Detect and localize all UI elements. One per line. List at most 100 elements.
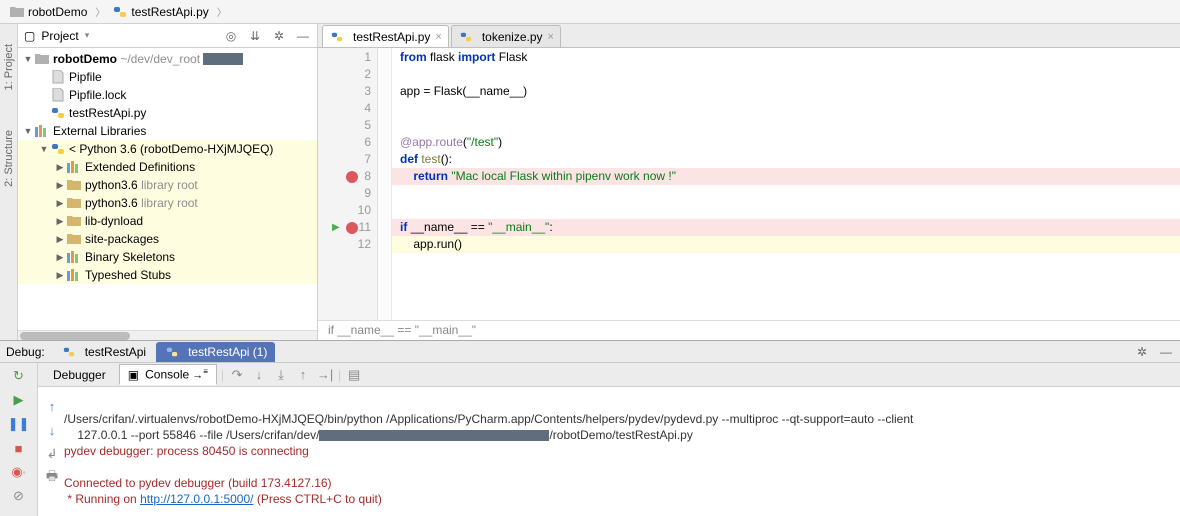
folder-icon	[66, 214, 82, 228]
tree-file-pipfile[interactable]: Pipfile	[18, 68, 317, 86]
force-step-into-icon[interactable]: ⤓	[272, 366, 290, 384]
tree-file-pipfile-lock[interactable]: Pipfile.lock	[18, 86, 317, 104]
dropdown-icon[interactable]: ▾	[85, 30, 90, 41]
folder-icon	[66, 196, 82, 210]
code-area[interactable]: from flask import Flask app = Flask(__na…	[392, 48, 1180, 320]
library-icon	[66, 160, 82, 174]
console-gutter: ↑ ↓ ↲ 🖶	[42, 395, 62, 512]
project-tree[interactable]: ▼ robotDemo ~/dev/dev_root Pipfile Pipfi…	[18, 48, 317, 330]
breakpoint-icon[interactable]	[346, 171, 358, 183]
tree-file-testrestapi[interactable]: testRestApi.py	[18, 104, 317, 122]
view-breakpoints-icon[interactable]: ◉◦	[10, 463, 28, 481]
resume-icon[interactable]: ▶	[10, 391, 28, 409]
project-panel: ▢ Project ▾ ◎ ⇊ ✲ — ▼ robotDemo ~/dev/de…	[18, 24, 318, 340]
gear-icon[interactable]: ✲	[1134, 344, 1150, 360]
tree-external-libraries[interactable]: ▼External Libraries	[18, 122, 317, 140]
breakpoint-icon[interactable]	[346, 222, 358, 234]
side-tab-structure[interactable]: 2: Structure	[3, 130, 15, 187]
main-area: 1: Project 2: Structure ▢ Project ▾ ◎ ⇊ …	[0, 24, 1180, 340]
hide-icon[interactable]: —	[295, 28, 311, 44]
console-link[interactable]: http://127.0.0.1:5000/	[140, 492, 253, 506]
project-panel-mode-icon[interactable]: ▢	[24, 29, 35, 43]
editor-breadcrumb[interactable]: if __name__ == "__main__"	[318, 320, 1180, 340]
console-output[interactable]: /Users/crifan/.virtualenvs/robotDemo-HXj…	[64, 395, 1176, 512]
console-tab[interactable]: ▣ Console →≡	[119, 364, 217, 385]
python-file-icon	[113, 5, 127, 19]
console-icon: ▣	[128, 368, 139, 382]
redacted	[203, 53, 243, 65]
tree-lib-dynload[interactable]: ▶lib-dynload	[18, 212, 317, 230]
file-icon	[50, 88, 66, 102]
scroll-down-icon[interactable]: ↓	[43, 421, 61, 439]
folder-icon	[66, 178, 82, 192]
scroll-up-icon[interactable]: ↑	[43, 397, 61, 415]
editor-tab-tokenize[interactable]: tokenize.py ×	[451, 25, 561, 47]
step-out-icon[interactable]: ↑	[294, 366, 312, 384]
root-path: ~/dev/dev_root	[120, 52, 200, 66]
tree-lib-python36-1[interactable]: ▶python3.6 library root	[18, 176, 317, 194]
tree-lib-typeshed[interactable]: ▶Typeshed Stubs	[18, 266, 317, 284]
folder-icon	[10, 5, 24, 19]
print-icon[interactable]: 🖶	[43, 469, 61, 487]
step-over-icon[interactable]: ↷	[228, 366, 246, 384]
scrollbar-thumb[interactable]	[20, 332, 130, 340]
project-panel-header: ▢ Project ▾ ◎ ⇊ ✲ —	[18, 24, 317, 48]
stop-icon[interactable]: ■	[10, 439, 28, 457]
breadcrumb-bar: robotDemo 〉 testRestApi.py 〉	[0, 0, 1180, 24]
editor-tab-testrestapi[interactable]: testRestApi.py ×	[322, 25, 449, 47]
console[interactable]: ↑ ↓ ↲ 🖶 /Users/crifan/.virtualenvs/robot…	[38, 387, 1180, 516]
python-icon	[50, 142, 66, 156]
debug-header: Debug: testRestApi testRestApi (1) ✲ —	[0, 341, 1180, 363]
python-file-icon	[61, 345, 77, 359]
debug-body: ↻ ▶ ❚❚ ■ ◉◦ ⊘ Debugger ▣ Console →≡ | ↷ …	[0, 363, 1180, 516]
editor-tabs: testRestApi.py × tokenize.py ×	[318, 24, 1180, 48]
breadcrumb-root[interactable]: robotDemo	[6, 3, 91, 21]
collapse-icon[interactable]: ⇊	[247, 28, 263, 44]
hide-icon[interactable]: —	[1158, 344, 1174, 360]
editor-panel: testRestApi.py × tokenize.py × 1 2 3 4 5…	[318, 24, 1180, 340]
run-to-cursor-icon[interactable]: →|	[316, 366, 334, 384]
debug-panel: Debug: testRestApi testRestApi (1) ✲ — ↻…	[0, 340, 1180, 516]
chevron-right-icon: 〉	[217, 4, 227, 19]
tree-lib-extended[interactable]: ▶Extended Definitions	[18, 158, 317, 176]
editor-gutter[interactable]: 1 2 3 4 5 6 7 8 9 10 ▶11 12	[318, 48, 378, 320]
tree-lib-python36-2[interactable]: ▶python3.6 library root	[18, 194, 317, 212]
redacted	[319, 430, 549, 441]
folder-icon	[34, 52, 50, 66]
breadcrumb-file[interactable]: testRestApi.py	[109, 3, 212, 21]
project-panel-title: Project	[41, 29, 78, 43]
python-file-icon	[329, 30, 345, 44]
root-name: robotDemo	[53, 52, 117, 66]
breadcrumb-root-text: robotDemo	[28, 5, 87, 19]
python-file-icon	[458, 30, 474, 44]
step-into-icon[interactable]: ↓	[250, 366, 268, 384]
tree-lib-sitepackages[interactable]: ▶site-packages	[18, 230, 317, 248]
debug-label: Debug:	[6, 345, 45, 359]
tree-scrollbar[interactable]	[18, 330, 317, 340]
rerun-icon[interactable]: ↻	[10, 367, 28, 385]
tree-lib-binary-skeletons[interactable]: ▶Binary Skeletons	[18, 248, 317, 266]
target-icon[interactable]: ◎	[223, 28, 239, 44]
breadcrumb-file-text: testRestApi.py	[131, 5, 208, 19]
soft-wrap-icon[interactable]: ↲	[43, 445, 61, 463]
folder-icon	[66, 232, 82, 246]
python-file-icon	[164, 345, 180, 359]
chevron-right-icon: 〉	[95, 4, 105, 19]
side-tab-project[interactable]: 1: Project	[3, 44, 15, 90]
gear-icon[interactable]: ✲	[271, 28, 287, 44]
tree-python-env[interactable]: ▼< Python 3.6 (robotDemo-HXjMJQEQ)	[18, 140, 317, 158]
close-icon[interactable]: ×	[548, 31, 554, 43]
mute-breakpoints-icon[interactable]: ⊘	[10, 487, 28, 505]
debug-config-tab-1[interactable]: testRestApi	[53, 342, 154, 362]
evaluate-icon[interactable]: ▤	[345, 366, 363, 384]
debugger-tab[interactable]: Debugger	[44, 365, 115, 385]
run-gutter-icon[interactable]: ▶	[332, 219, 340, 236]
side-tab-bar: 1: Project 2: Structure	[0, 24, 18, 340]
fold-column[interactable]	[378, 48, 392, 320]
tree-root[interactable]: ▼ robotDemo ~/dev/dev_root	[18, 50, 317, 68]
editor-body[interactable]: 1 2 3 4 5 6 7 8 9 10 ▶11 12 from flask i…	[318, 48, 1180, 320]
close-icon[interactable]: ×	[435, 31, 441, 43]
debug-config-tab-2[interactable]: testRestApi (1)	[156, 342, 275, 362]
debug-sidebar: ↻ ▶ ❚❚ ■ ◉◦ ⊘	[0, 363, 38, 516]
pause-icon[interactable]: ❚❚	[10, 415, 28, 433]
